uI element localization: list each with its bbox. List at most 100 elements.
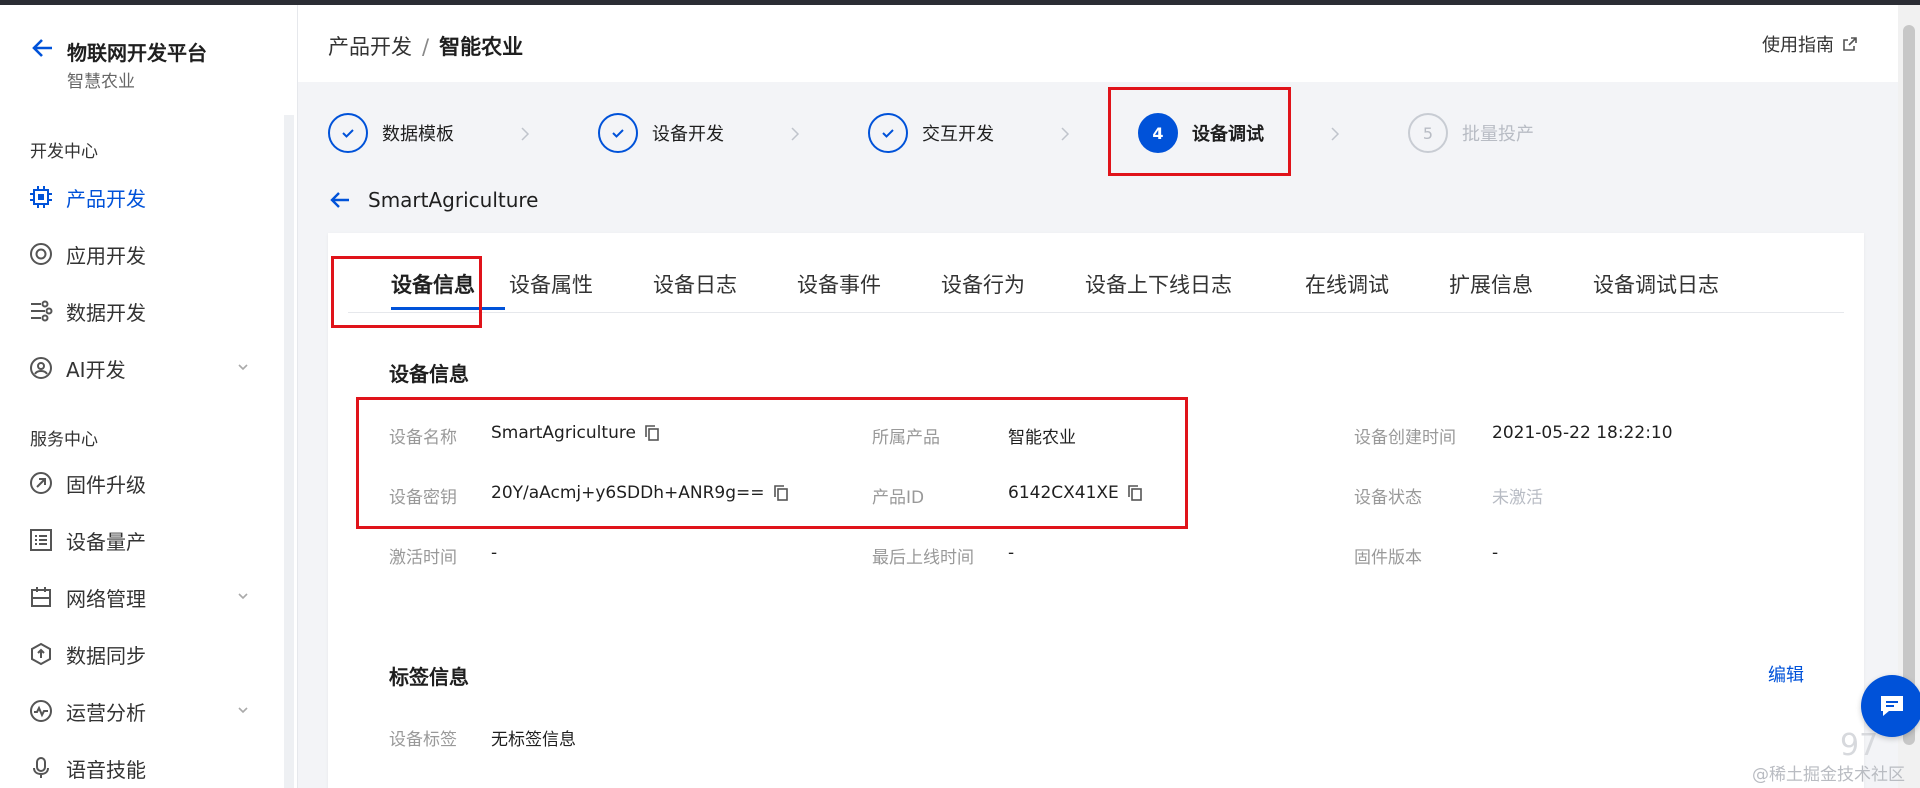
device-detail-card: 设备信息 设备属性 设备日志 设备事件 设备行为 设备上下线日志 在线调试 扩展…	[328, 233, 1864, 788]
tab-extended-info[interactable]: 扩展信息	[1449, 269, 1533, 299]
step-label: 设备开发	[652, 124, 724, 145]
tab-online-offline-log[interactable]: 设备上下线日志	[1085, 269, 1232, 299]
main-content: 产品开发/智能农业 使用指南 数据模板 设备开发 交互开发 4 设备调试 5	[298, 5, 1898, 788]
check-icon	[598, 113, 638, 153]
tab-bar: 设备信息 设备属性 设备日志 设备事件 设备行为 设备上下线日志 在线调试 扩展…	[348, 253, 1844, 313]
chevron-right-icon	[791, 127, 800, 141]
check-icon	[868, 113, 908, 153]
breadcrumb-current: 智能农业	[439, 35, 524, 59]
project-name: 智慧农业	[67, 72, 135, 92]
step-label: 交互开发	[922, 124, 994, 145]
scrollbar-thumb[interactable]	[1903, 25, 1915, 745]
ai-icon	[28, 355, 54, 381]
sidebar-item-label: 数据同步	[66, 643, 146, 668]
step-label: 批量投产	[1462, 124, 1534, 145]
highlight-box-tab	[331, 256, 482, 328]
data-flow-icon	[28, 298, 54, 324]
usage-guide-label: 使用指南	[1762, 35, 1834, 56]
sidebar-item-network[interactable]: 网络管理	[28, 577, 258, 617]
created-time-value: 2021-05-22 18:22:10	[1492, 423, 1673, 443]
step-label: 数据模板	[382, 124, 454, 145]
firmware-version-label: 固件版本	[1354, 548, 1422, 568]
app-icon	[28, 241, 54, 267]
highlight-box-info	[356, 397, 1188, 529]
tab-device-events[interactable]: 设备事件	[797, 269, 881, 299]
chat-support-button[interactable]	[1861, 675, 1920, 737]
page-header: 产品开发 / 智能农业 使用指南	[298, 5, 1898, 82]
mic-icon	[28, 755, 54, 781]
sidebar-item-label: 数据开发	[66, 300, 146, 325]
device-status-value: 未激活	[1492, 488, 1543, 508]
chevron-down-icon[interactable]	[236, 589, 250, 603]
activated-time-value: -	[491, 543, 498, 563]
breadcrumb: 产品开发 / 智能农业	[328, 31, 523, 61]
sidebar-item-mass-production[interactable]: 设备量产	[28, 520, 258, 560]
device-status-label: 设备状态	[1354, 488, 1422, 508]
sync-icon	[28, 641, 54, 667]
breadcrumb-parent[interactable]: 产品开发	[328, 35, 412, 59]
list-icon	[28, 527, 54, 553]
network-icon	[28, 584, 54, 610]
sidebar-item-data-sync[interactable]: 数据同步	[28, 634, 258, 674]
last-online-label: 最后上线时间	[872, 548, 974, 568]
tag-info-title: 标签信息	[389, 665, 469, 689]
chip-icon	[28, 184, 54, 210]
usage-guide-link[interactable]: 使用指南	[1762, 31, 1858, 57]
sidebar-item-label: 应用开发	[66, 243, 146, 268]
watermark-number: 97	[1840, 728, 1879, 763]
step-number: 5	[1408, 113, 1448, 153]
device-title-row: SmartAgriculture	[328, 188, 539, 212]
breadcrumb-separator: /	[422, 35, 430, 59]
watermark-text: @稀土掘金技术社区	[1752, 765, 1905, 785]
device-tag-label: 设备标签	[389, 730, 457, 750]
chevron-down-icon[interactable]	[236, 703, 250, 717]
step-data-template[interactable]: 数据模板	[328, 113, 454, 153]
back-arrow-icon[interactable]	[328, 188, 352, 212]
firmware-icon	[28, 470, 54, 496]
sidebar-item-app-dev[interactable]: 应用开发	[28, 234, 258, 274]
chevron-right-icon	[1331, 127, 1340, 141]
sidebar-item-data-dev[interactable]: 数据开发	[28, 291, 258, 331]
page-scrollbar[interactable]	[1898, 5, 1920, 788]
analytics-icon	[28, 698, 54, 724]
step-interaction-dev[interactable]: 交互开发	[868, 113, 994, 153]
chevron-right-icon	[1061, 127, 1070, 141]
sidebar-item-ai-dev[interactable]: AI开发	[28, 348, 258, 388]
back-arrow-icon[interactable]	[30, 35, 56, 61]
device-name-title: SmartAgriculture	[368, 188, 539, 212]
check-icon	[328, 113, 368, 153]
sidebar-item-label: 运营分析	[66, 700, 146, 725]
sidebar-item-label: 设备量产	[66, 529, 146, 554]
sidebar-item-label: 语音技能	[66, 757, 146, 782]
chevron-right-icon	[521, 127, 530, 141]
sidebar-item-label: 产品开发	[66, 186, 146, 211]
tab-device-logs[interactable]: 设备日志	[653, 269, 737, 299]
step-mass-production[interactable]: 5 批量投产	[1408, 113, 1534, 153]
chevron-down-icon[interactable]	[236, 360, 250, 374]
sidebar-item-product-dev[interactable]: 产品开发	[28, 177, 258, 217]
sidebar-item-label: 固件升级	[66, 472, 146, 497]
tab-device-actions[interactable]: 设备行为	[941, 269, 1025, 299]
sidebar-item-voice[interactable]: 语音技能	[28, 748, 258, 788]
external-link-icon	[1843, 37, 1857, 51]
activated-time-label: 激活时间	[389, 548, 457, 568]
edit-tags-link[interactable]: 编辑	[1768, 661, 1804, 687]
last-online-value: -	[1008, 543, 1015, 563]
sidebar-section-service: 服务中心	[30, 430, 98, 450]
tab-online-debug[interactable]: 在线调试	[1305, 269, 1389, 299]
tab-debug-log[interactable]: 设备调试日志	[1593, 269, 1719, 299]
created-time-label: 设备创建时间	[1354, 428, 1456, 448]
tab-device-properties[interactable]: 设备属性	[509, 269, 593, 299]
sidebar-item-firmware[interactable]: 固件升级	[28, 463, 258, 503]
sidebar-scrollbar[interactable]	[284, 115, 294, 788]
device-tag-value: 无标签信息	[491, 730, 576, 750]
step-device-dev[interactable]: 设备开发	[598, 113, 724, 153]
sidebar-section-dev: 开发中心	[30, 142, 98, 162]
sidebar-item-label: 网络管理	[66, 586, 146, 611]
device-info-title: 设备信息	[389, 362, 469, 386]
chat-icon	[1881, 696, 1903, 716]
stepper: 数据模板 设备开发 交互开发 4 设备调试 5 批量投产	[328, 105, 1728, 161]
firmware-version-value: -	[1492, 543, 1499, 563]
highlight-box-step	[1108, 87, 1291, 176]
sidebar-item-analytics[interactable]: 运营分析	[28, 691, 258, 731]
